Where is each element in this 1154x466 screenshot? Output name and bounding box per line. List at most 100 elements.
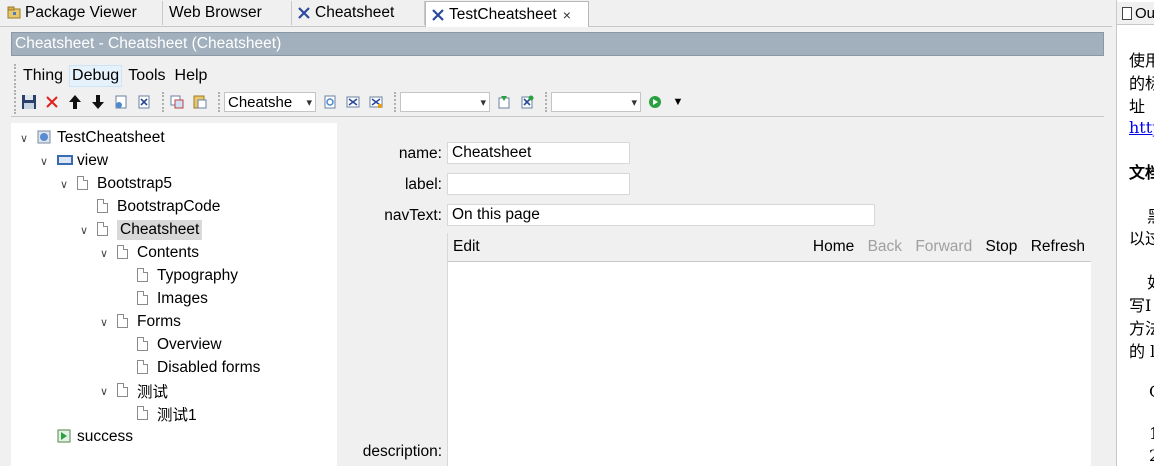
forward-button[interactable]: Forward xyxy=(915,238,972,255)
name-field[interactable]: Cheatsheet xyxy=(447,142,630,164)
tree-node[interactable]: BootstrapCode xyxy=(77,196,220,218)
globe-icon xyxy=(37,130,51,146)
back-button[interactable]: Back xyxy=(868,238,902,255)
panel-text: 以过 xyxy=(1129,229,1154,248)
chevron-down-icon: ▾ xyxy=(306,96,312,109)
tree-node-label: Contents xyxy=(137,244,200,261)
tree-node[interactable]: Disabled forms xyxy=(117,357,260,379)
menu-debug[interactable]: Debug xyxy=(69,65,123,87)
chevron-down-icon: ▾ xyxy=(480,96,486,109)
label-field[interactable] xyxy=(447,173,630,195)
panel-text: C xyxy=(1149,382,1154,401)
arrow-down-icon[interactable] xyxy=(89,93,107,111)
tree-node[interactable]: Overview xyxy=(117,334,222,356)
xml-edit-icon[interactable] xyxy=(344,93,362,111)
tree-node[interactable]: Typography xyxy=(117,265,238,287)
doc-icon xyxy=(137,268,151,284)
tree-node-label: Images xyxy=(157,290,208,307)
tree-node-label: BootstrapCode xyxy=(117,198,221,215)
tree-node-label: 测试 xyxy=(137,384,169,401)
doc-icon xyxy=(117,383,131,399)
thing-icon xyxy=(297,6,311,20)
chevron-down-icon[interactable]: ∨ xyxy=(17,132,31,145)
tab-testcheatsheet[interactable]: TestCheatsheet × xyxy=(425,1,589,27)
refresh-button[interactable]: Refresh xyxy=(1031,238,1085,255)
label-label: label: xyxy=(404,176,442,193)
thing-combo-value: Cheatshe xyxy=(228,93,293,111)
copy-icon[interactable] xyxy=(168,93,186,111)
navtext-label: navText: xyxy=(384,207,442,224)
thing-combo[interactable]: Cheatshe ▾ xyxy=(224,92,316,112)
checkbox[interactable] xyxy=(1122,6,1132,20)
description-html-editor[interactable]: Edit Home Back Forward Stop Refresh xyxy=(447,233,1091,466)
panel-link[interactable]: http xyxy=(1129,118,1154,137)
tab-label: TestCheatsheet xyxy=(449,5,557,23)
panel-text: 方法 xyxy=(1129,319,1154,338)
run-icon[interactable] xyxy=(646,93,664,111)
menu-help[interactable]: Help xyxy=(172,65,211,87)
menu-tools[interactable]: Tools xyxy=(125,65,168,87)
tree-node-label: Forms xyxy=(137,313,181,330)
doc-icon xyxy=(97,199,111,215)
tree-node-selected[interactable]: ∨ Cheatsheet xyxy=(77,219,203,241)
outline-panel: Ou 使用 的标 址 http 文档 黑 以过 如 写I 方法 的 l C 1 … xyxy=(1116,0,1154,466)
tree-node-label: success xyxy=(77,428,133,445)
tab-cheatsheet[interactable]: Cheatsheet xyxy=(292,1,425,25)
name-label: name: xyxy=(398,145,442,162)
edit-button[interactable]: Edit xyxy=(453,238,480,256)
stop-button[interactable]: Stop xyxy=(986,238,1018,255)
chevron-down-icon[interactable]: ∨ xyxy=(97,316,111,329)
xml-run-icon[interactable] xyxy=(367,93,385,111)
chevron-down-icon[interactable]: ∨ xyxy=(37,155,51,168)
paste-icon[interactable] xyxy=(191,93,209,111)
close-icon[interactable]: × xyxy=(563,7,571,23)
tree-node-label: 测试1 xyxy=(157,407,197,424)
tree-node[interactable]: Images xyxy=(117,288,208,310)
chevron-down-icon[interactable]: ∨ xyxy=(77,224,91,237)
second-combo[interactable]: ▾ xyxy=(400,92,490,112)
tree-node[interactable]: 测试1 xyxy=(117,403,197,425)
chevron-down-icon[interactable]: ∨ xyxy=(97,247,111,260)
tree-node[interactable]: ∨ Bootstrap5 xyxy=(57,173,172,195)
chevron-down-icon[interactable]: ∨ xyxy=(57,178,71,191)
tree-node[interactable]: ∨ view xyxy=(37,150,108,172)
chevron-down-icon[interactable]: ∨ xyxy=(97,385,111,398)
tree-node-label: Bootstrap5 xyxy=(97,175,172,192)
tree-node[interactable]: ∨ 测试 xyxy=(97,380,168,402)
menu-thing[interactable]: Thing xyxy=(20,65,66,87)
panel-text: 如 xyxy=(1147,269,1154,293)
dropdown-arrow-icon[interactable]: ▼ xyxy=(669,93,687,111)
panel-text: 的 l xyxy=(1129,342,1154,361)
panel-text: 黑 xyxy=(1147,203,1154,227)
save-icon[interactable] xyxy=(20,93,38,111)
tab-label: Cheatsheet xyxy=(315,4,395,21)
toolbar: Cheatshe ▾ ▾ ▾ ▼ xyxy=(14,90,1110,114)
tree-node[interactable]: success xyxy=(37,426,133,448)
third-combo[interactable]: ▾ xyxy=(551,92,641,112)
chevron-down-icon: ▾ xyxy=(631,96,637,109)
tree-node[interactable]: ∨ Contents xyxy=(97,242,199,264)
tab-web-browser[interactable]: Web Browser xyxy=(163,1,292,25)
open-doc-icon[interactable] xyxy=(321,93,339,111)
refresh-doc-icon[interactable] xyxy=(112,93,130,111)
panel-text: 使用 xyxy=(1129,51,1154,70)
editor-tab-bar: Package Viewer Web Browser Cheatsheet Te… xyxy=(0,0,1112,27)
tree-node[interactable]: ∨ TestCheatsheet xyxy=(17,127,165,149)
outline-tab-label: Ou xyxy=(1134,4,1154,22)
green-refresh-icon[interactable] xyxy=(495,93,513,111)
arrow-up-icon[interactable] xyxy=(66,93,84,111)
doc-icon xyxy=(77,176,91,192)
doc-icon xyxy=(137,406,151,422)
panel-heading: 文档 xyxy=(1129,163,1154,182)
xml-doc-icon[interactable] xyxy=(135,93,153,111)
navtext-field[interactable]: On this page xyxy=(447,204,875,226)
tab-package-viewer[interactable]: Package Viewer xyxy=(2,1,163,25)
doc-icon xyxy=(137,337,151,353)
thing-icon xyxy=(431,8,445,22)
delete-icon[interactable] xyxy=(43,93,61,111)
home-button[interactable]: Home xyxy=(813,238,854,255)
panel-text: 2 xyxy=(1149,446,1154,465)
outline-tab[interactable]: Ou xyxy=(1117,2,1154,25)
green-xml-icon[interactable] xyxy=(518,93,536,111)
tree-node[interactable]: ∨ Forms xyxy=(97,311,181,333)
